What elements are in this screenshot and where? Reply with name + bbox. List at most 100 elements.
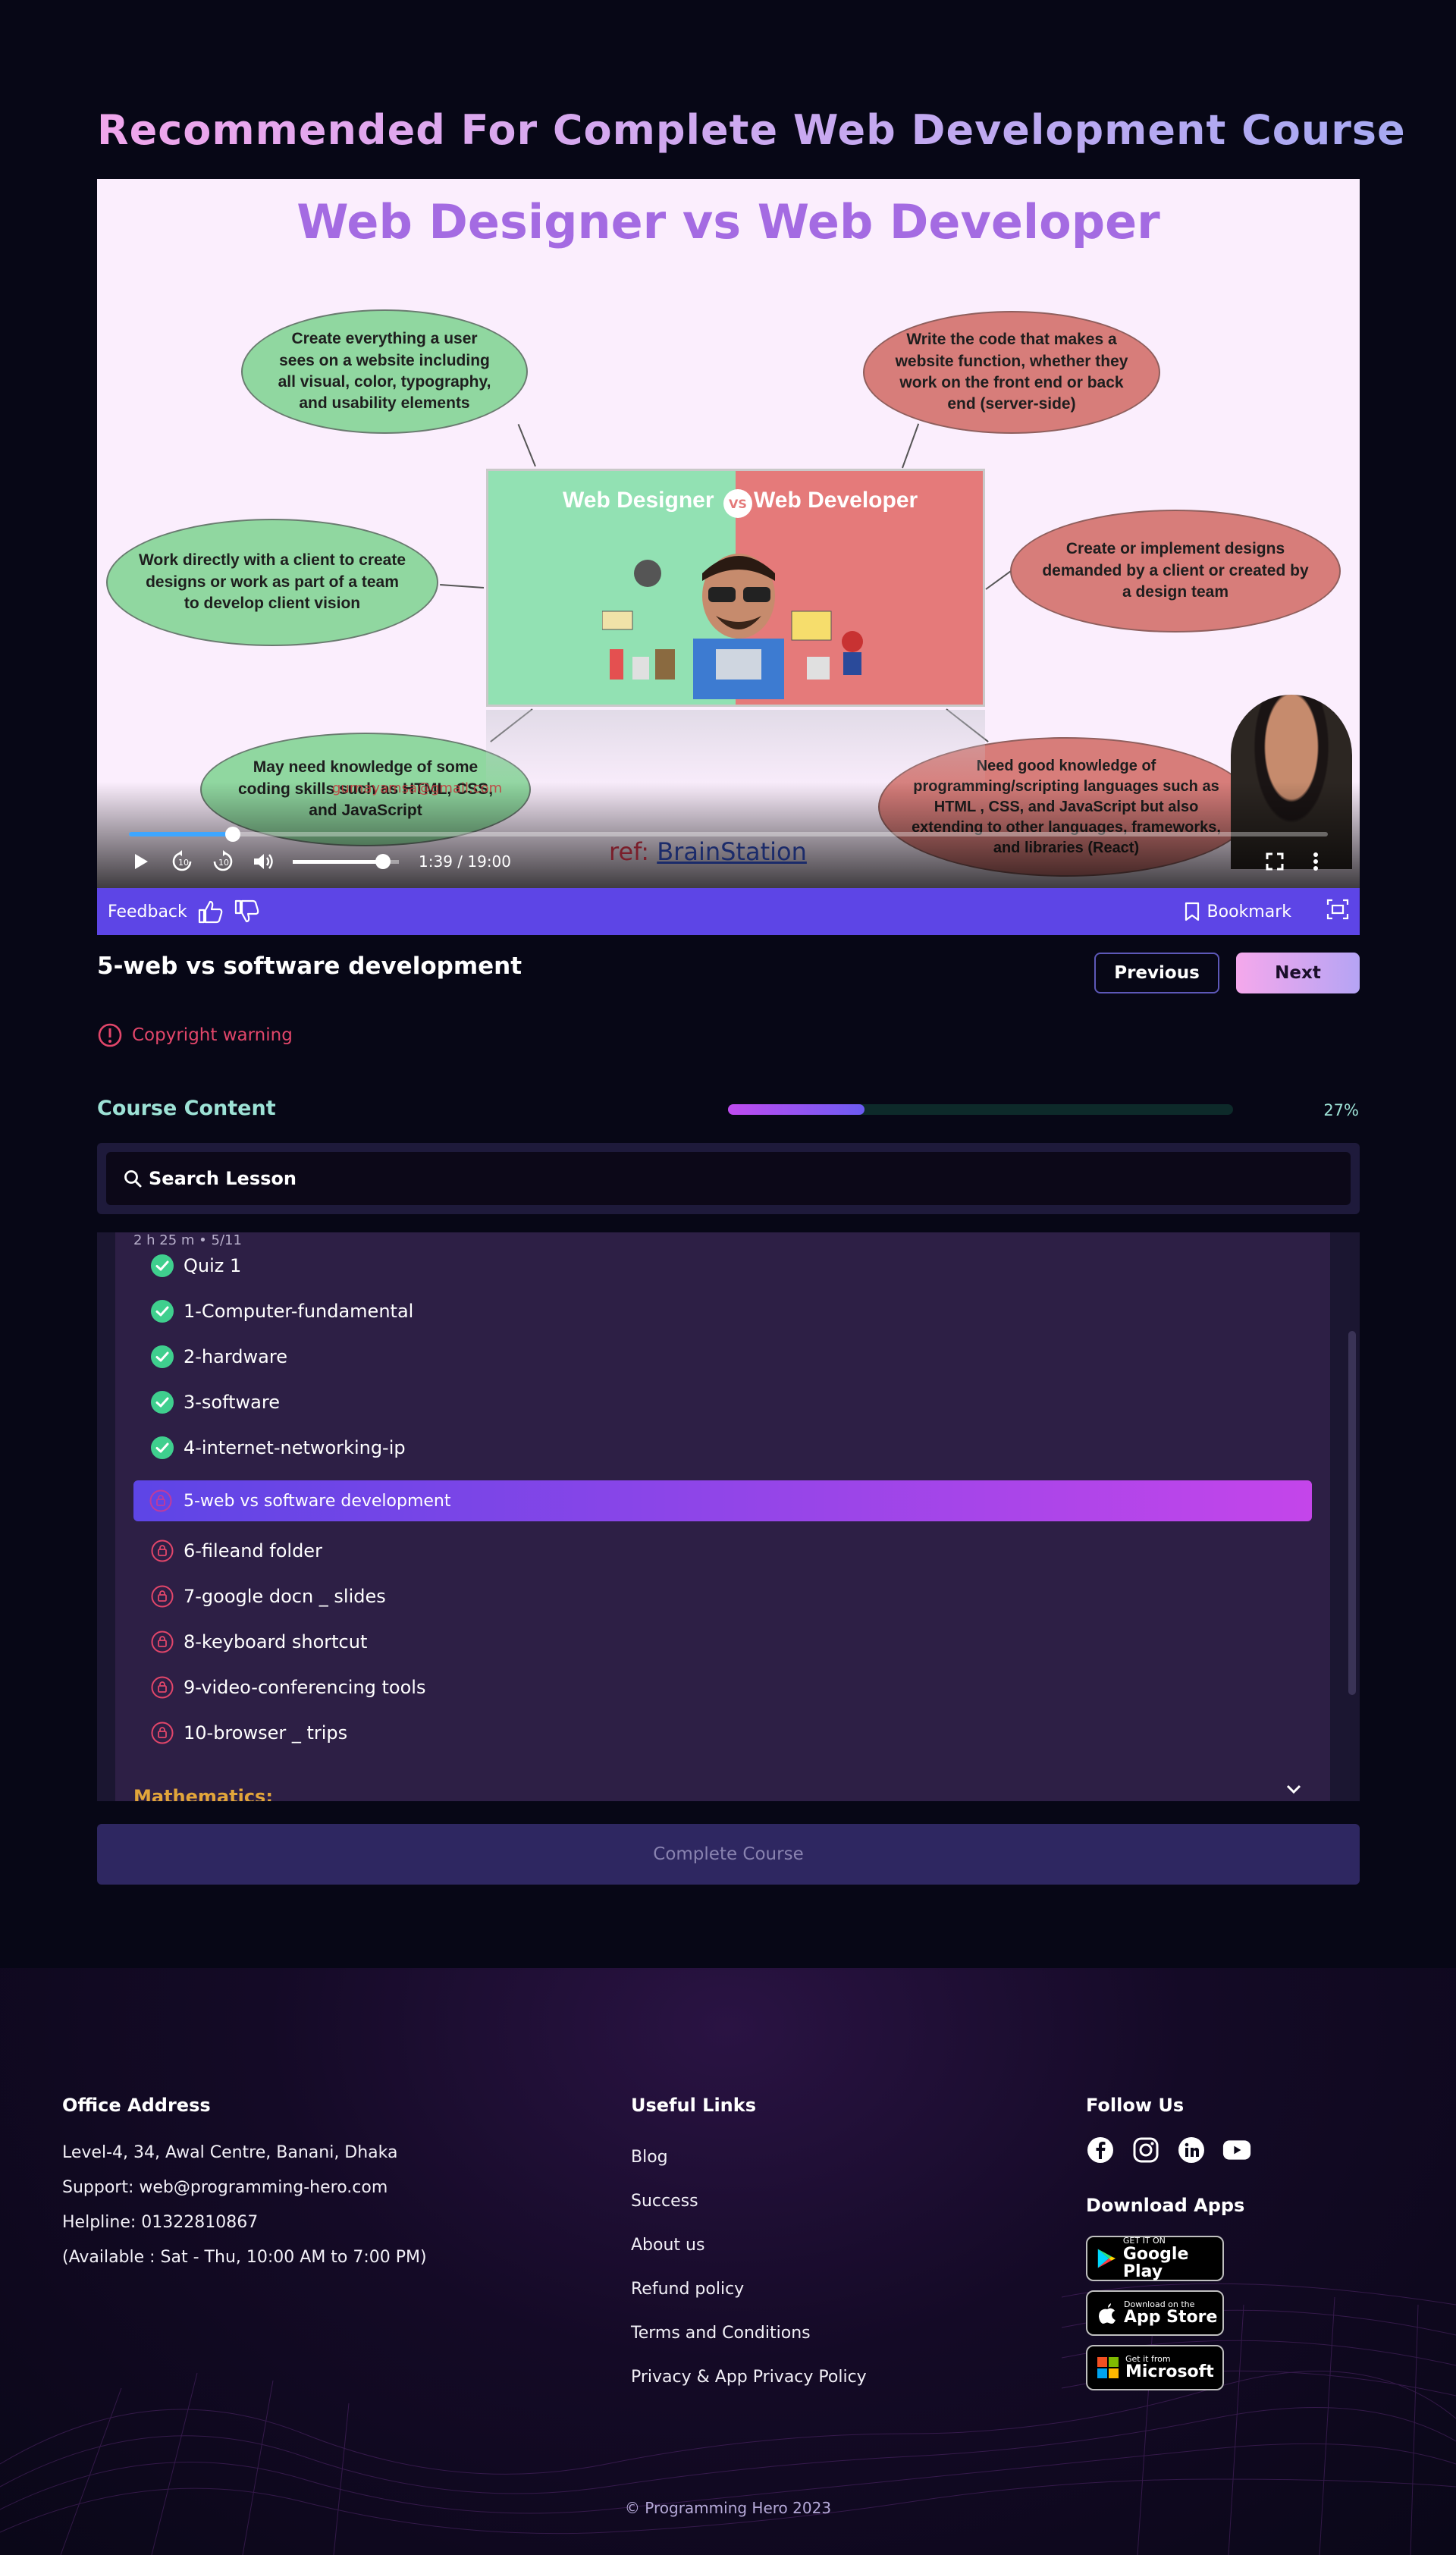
thumbs-down-icon[interactable] — [234, 899, 260, 924]
previous-button[interactable]: Previous — [1094, 953, 1219, 993]
more-options-icon[interactable] — [1304, 849, 1328, 874]
lesson-item[interactable]: 7-google docn _ slides — [150, 1581, 386, 1612]
lesson-item-label: 5-web vs software development — [184, 1491, 451, 1511]
thumbs-up-icon[interactable] — [198, 899, 224, 924]
volume-knob[interactable] — [375, 853, 391, 869]
designer-vs-developer-illustration: Web Designer VS Web Developer — [486, 469, 985, 707]
copyright-warning[interactable]: Copyright warning — [97, 1022, 293, 1048]
center-left-label: Web Designer — [563, 488, 714, 513]
video-time: 1:39 / 19:00 — [419, 852, 512, 871]
bookmark-icon — [1185, 902, 1199, 921]
bookmark-button[interactable]: Bookmark — [1185, 902, 1291, 921]
lesson-item[interactable]: 9-video-conferencing tools — [150, 1672, 425, 1703]
complete-course-button[interactable]: Complete Course — [97, 1824, 1360, 1885]
footer-apps-title: Download Apps — [1086, 2195, 1245, 2216]
check-circle-icon — [150, 1390, 174, 1414]
video-progress-bar[interactable] — [129, 827, 1328, 842]
arrow — [902, 423, 920, 469]
google-play-small: GET IT ON — [1122, 2236, 1166, 2246]
lesson-item[interactable]: 10-browser _ trips — [150, 1718, 347, 1748]
lesson-item-label: 4-internet-networking-ip — [184, 1437, 406, 1458]
lesson-list-scrollbar[interactable] — [1348, 1331, 1356, 1695]
lock-icon — [150, 1675, 174, 1700]
video-player[interactable]: Web Designer vs Web Developer Create eve… — [97, 179, 1360, 888]
volume-slider[interactable] — [293, 853, 399, 869]
module-meta: 2 h 25 m • 5/11 — [133, 1232, 242, 1248]
feedback-label: Feedback — [108, 902, 187, 921]
lock-icon — [149, 1489, 173, 1513]
app-store-badge[interactable]: Download on the App Store — [1086, 2290, 1224, 2336]
play-icon[interactable] — [129, 849, 153, 874]
arrow — [440, 583, 485, 589]
footer-link-about[interactable]: About us — [631, 2224, 867, 2268]
volume-icon[interactable] — [252, 849, 276, 874]
lesson-item[interactable]: 1-Computer-fundamental — [150, 1296, 413, 1326]
footer-office-title: Office Address — [62, 2095, 211, 2116]
course-progress-percent: 27% — [1323, 1101, 1359, 1119]
lesson-item-label: 6-fileand folder — [184, 1540, 322, 1562]
footer-link-refund[interactable]: Refund policy — [631, 2268, 867, 2312]
lesson-item[interactable]: 6-fileand folder — [150, 1536, 322, 1566]
google-play-badge[interactable]: GET IT ON Google Play — [1086, 2236, 1224, 2281]
lesson-item-label: 1-Computer-fundamental — [184, 1301, 414, 1322]
youtube-icon[interactable] — [1222, 2136, 1251, 2164]
section-mathematics[interactable]: Mathematics: — [133, 1786, 273, 1801]
footer-links-title: Useful Links — [631, 2095, 757, 2116]
page-heading: Recommended For Complete Web Development… — [97, 106, 1406, 154]
search-lesson-input[interactable]: Search Lesson — [106, 1152, 1351, 1205]
lesson-item[interactable]: 3-software — [150, 1387, 280, 1417]
rewind-10-icon[interactable]: 10 — [170, 849, 194, 874]
bookmark-label: Bookmark — [1207, 902, 1291, 921]
lesson-item[interactable]: 4-internet-networking-ip — [150, 1433, 406, 1463]
footer-follow-title: Follow Us — [1086, 2095, 1185, 2116]
next-button[interactable]: Next — [1236, 953, 1360, 993]
lesson-item-label: Quiz 1 — [184, 1255, 242, 1276]
check-circle-icon — [150, 1436, 174, 1460]
footer-link-blog[interactable]: Blog — [631, 2136, 867, 2180]
bubble-developer-1: Write the code that makes a website func… — [863, 311, 1160, 434]
lesson-item-active[interactable]: 5-web vs software development — [133, 1480, 1312, 1521]
footer-link-terms[interactable]: Terms and Conditions — [631, 2312, 867, 2356]
instagram-icon[interactable] — [1131, 2136, 1160, 2164]
lock-icon — [150, 1721, 174, 1745]
search-lesson-placeholder: Search Lesson — [149, 1168, 297, 1189]
illustration-art — [602, 554, 863, 699]
footer-office-line[interactable]: Helpline: 01322810867 — [62, 2205, 427, 2240]
footer-link-privacy[interactable]: Privacy & App Privacy Policy — [631, 2356, 867, 2400]
google-play-big: Google Play — [1122, 2244, 1189, 2281]
page: Recommended For Complete Web Development… — [0, 0, 1456, 2555]
forward-10-icon[interactable]: 10 — [211, 849, 235, 874]
microsoft-big: Microsoft — [1125, 2362, 1214, 2382]
facebook-icon[interactable] — [1086, 2136, 1115, 2164]
fullscreen-icon[interactable] — [1263, 849, 1287, 874]
lesson-item-label: 9-video-conferencing tools — [184, 1677, 426, 1698]
footer-link-success[interactable]: Success — [631, 2180, 867, 2224]
search-icon — [123, 1169, 143, 1188]
footer: Office Address Level-4, 34, Awal Centre,… — [0, 1968, 1456, 2555]
check-circle-icon — [150, 1299, 174, 1323]
lock-icon — [150, 1539, 174, 1563]
microsoft-store-badge[interactable]: Get it from Microsoft — [1086, 2345, 1224, 2390]
lesson-title: 5-web vs software development — [97, 953, 522, 980]
lesson-item-label: 2-hardware — [184, 1346, 287, 1367]
alert-circle-icon — [97, 1022, 123, 1048]
linkedin-icon[interactable] — [1177, 2136, 1206, 2164]
lesson-item[interactable]: 2-hardware — [150, 1342, 287, 1372]
check-circle-icon — [150, 1254, 174, 1278]
search-panel: Search Lesson — [97, 1143, 1360, 1214]
footer-office-line[interactable]: Support: web@programming-hero.com — [62, 2170, 427, 2205]
svg-text:10: 10 — [218, 858, 229, 868]
lesson-item-label: 7-google docn _ slides — [184, 1586, 386, 1607]
arrow — [985, 570, 1011, 590]
lock-icon — [150, 1584, 174, 1609]
lesson-item[interactable]: Quiz 1 — [150, 1251, 241, 1281]
course-progress-fill — [728, 1104, 864, 1115]
chevron-down-icon[interactable] — [1285, 1783, 1302, 1798]
lesson-item[interactable]: 8-keyboard shortcut — [150, 1627, 367, 1657]
svg-text:10: 10 — [178, 858, 189, 868]
course-progress-bar — [728, 1104, 1233, 1115]
lesson-item-label: 8-keyboard shortcut — [184, 1631, 368, 1653]
focus-mode-icon[interactable] — [1326, 899, 1349, 924]
course-content-label: Course Content — [97, 1097, 276, 1120]
vs-badge: VS — [723, 489, 752, 518]
